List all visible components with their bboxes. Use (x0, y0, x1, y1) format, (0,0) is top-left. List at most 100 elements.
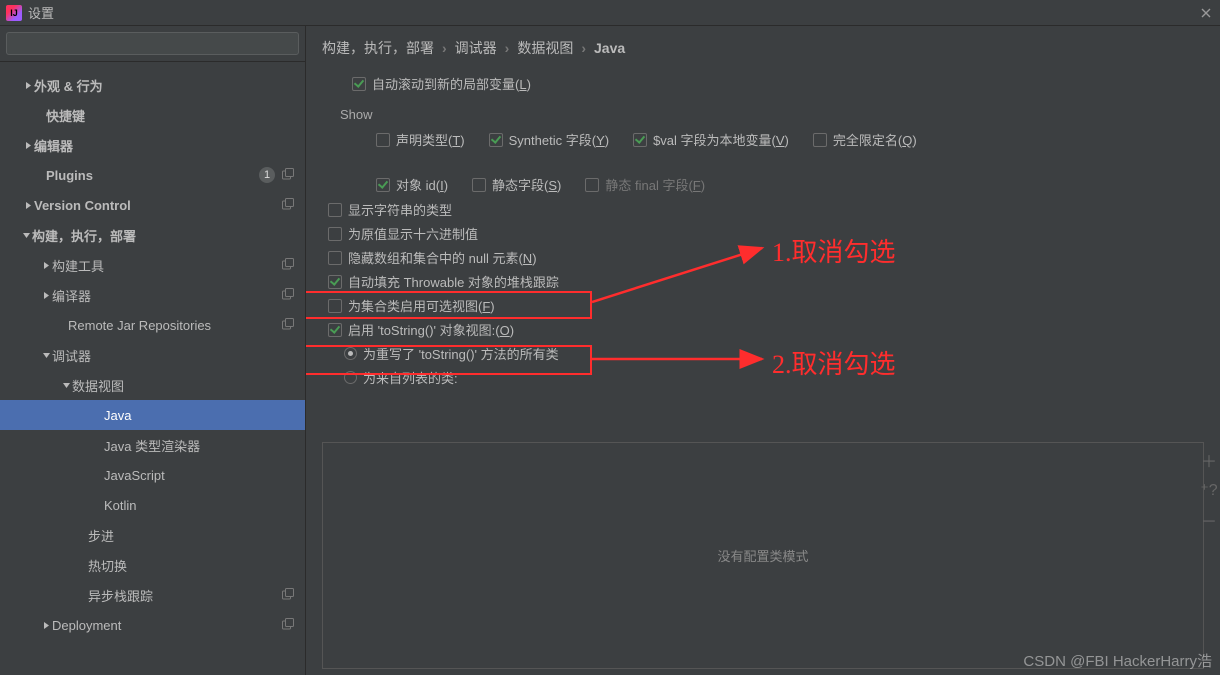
settings-tree: 外观 & 行为快捷键编辑器 Plugins 1 Version Control 构建，执… (0, 62, 305, 675)
show-checkbox-4[interactable]: 对象 id(I) (376, 175, 448, 194)
chevron-right-icon: › (442, 40, 447, 56)
tree-item-11[interactable]: Java (0, 400, 305, 430)
crumb[interactable]: 调试器 (455, 38, 497, 58)
tree-item-1[interactable]: 快捷键 (0, 100, 305, 130)
project-scope-icon (281, 618, 295, 632)
tree-item-6[interactable]: 构建工具 (0, 250, 305, 280)
project-scope-icon (281, 168, 295, 182)
sidebar: 外观 & 行为快捷键编辑器 Plugins 1 Version Control 构建，执… (0, 26, 306, 675)
tree-item-10[interactable]: 数据视图 (0, 370, 305, 400)
show-checkbox-1[interactable]: Synthetic 字段(Y) (489, 130, 609, 149)
remove-icon[interactable]: － (1201, 508, 1217, 532)
tree-item-18[interactable]: Deployment (0, 610, 305, 640)
checkbox-icon (813, 133, 827, 147)
main-panel: 构建，执行，部署 › 调试器 › 数据视图 › Java 自动滚动到新的局部变量… (306, 26, 1220, 675)
close-icon[interactable] (1198, 5, 1214, 21)
option-row-2[interactable]: 隐藏数组和集合中的 null 元素(N) (322, 248, 1204, 267)
tree-item-label: 步进 (88, 526, 114, 545)
tree-item-label: 调试器 (52, 346, 91, 365)
tree-item-label: 构建，执行，部署 (32, 226, 136, 245)
show-checkbox-6[interactable]: 静态 final 字段(F) (585, 175, 705, 194)
breadcrumb: 构建，执行，部署 › 调试器 › 数据视图 › Java (322, 38, 1204, 58)
checkbox-icon (328, 251, 342, 265)
twisty-icon (40, 351, 52, 360)
tree-item-label: Kotlin (104, 498, 137, 513)
checkbox-icon (376, 133, 390, 147)
tree-item-2[interactable]: 编辑器 (0, 130, 305, 160)
radio-all-classes[interactable]: 为重写了 'toString()' 方法的所有类 (322, 344, 1204, 363)
checkbox-icon (328, 275, 342, 289)
checkbox-icon (489, 133, 503, 147)
watermark: CSDN @FBI HackerHarry浩 (1023, 650, 1212, 671)
tree-item-label: Deployment (52, 618, 121, 633)
tree-item-0[interactable]: 外观 & 行为 (0, 70, 305, 100)
badge: 1 (259, 167, 275, 183)
option-row-5[interactable]: 启用 'toString()' 对象视图:(O) (322, 320, 1204, 339)
tree-item-13[interactable]: JavaScript (0, 460, 305, 490)
autoscroll-checkbox[interactable]: 自动滚动到新的局部变量(L) (322, 74, 1204, 93)
show-checkbox-2[interactable]: $val 字段为本地变量(V) (633, 130, 789, 149)
tree-item-label: 数据视图 (72, 376, 124, 395)
tree-item-7[interactable]: 编译器 (0, 280, 305, 310)
option-row-4[interactable]: 为集合类启用可选视图(F) (322, 296, 1204, 315)
list-toolbar: ＋ ⁺? － (1198, 442, 1220, 669)
tree-item-5[interactable]: 构建，执行，部署 (0, 220, 305, 250)
checkbox-icon (633, 133, 647, 147)
tree-item-label: Version Control (34, 198, 131, 213)
tree-item-8[interactable]: Remote Jar Repositories (0, 310, 305, 340)
tree-item-label: Java (104, 408, 131, 423)
show-checkbox-3[interactable]: 完全限定名(Q) (813, 130, 917, 149)
twisty-icon (40, 261, 52, 270)
show-checkbox-5[interactable]: 静态字段(S) (472, 175, 561, 194)
tree-item-label: JavaScript (104, 468, 165, 483)
add-icon[interactable]: ＋ (1201, 448, 1217, 472)
option-row-1[interactable]: 为原值显示十六进制值 (322, 224, 1204, 243)
tree-item-label: 快捷键 (46, 106, 85, 125)
tree-item-4[interactable]: Version Control (0, 190, 305, 220)
twisty-icon (40, 621, 52, 630)
tree-item-label: 外观 & 行为 (34, 76, 103, 95)
tree-item-label: Java 类型渲染器 (104, 436, 200, 455)
chevron-right-icon: › (581, 40, 586, 56)
tree-item-label: 构建工具 (52, 256, 104, 275)
show-options-grid: 声明类型(T) Synthetic 字段(Y) $val 字段为本地变量(V) 完全限… (322, 130, 1204, 194)
checkbox-icon (376, 178, 390, 192)
project-scope-icon (281, 258, 295, 272)
tree-item-17[interactable]: 异步栈跟踪 (0, 580, 305, 610)
annotation-text-1: 1.取消勾选 (772, 232, 896, 269)
option-row-3[interactable]: 自动填充 Throwable 对象的堆栈跟踪 (322, 272, 1204, 291)
project-scope-icon (281, 288, 295, 302)
show-section-title: Show (322, 101, 1204, 124)
radio-icon (344, 347, 357, 360)
chevron-right-icon: › (505, 40, 510, 56)
checkbox-icon (352, 77, 366, 91)
checkbox-icon (585, 178, 599, 192)
tree-item-3[interactable]: Plugins 1 (0, 160, 305, 190)
tree-item-12[interactable]: Java 类型渲染器 (0, 430, 305, 460)
tree-item-15[interactable]: 步进 (0, 520, 305, 550)
window-title: 设置 (28, 3, 54, 22)
add-regex-icon[interactable]: ⁺? (1200, 480, 1217, 500)
tree-item-label: 编辑器 (34, 136, 73, 155)
titlebar: IJ 设置 (0, 0, 1220, 26)
radio-from-list[interactable]: 为来自列表的类: (322, 368, 1204, 387)
annotation-text-2: 2.取消勾选 (772, 344, 896, 381)
checkbox-icon (328, 203, 342, 217)
tree-item-label: 编译器 (52, 286, 91, 305)
tree-item-16[interactable]: 热切换 (0, 550, 305, 580)
tree-item-14[interactable]: Kotlin (0, 490, 305, 520)
crumb[interactable]: 构建，执行，部署 (322, 38, 434, 58)
tree-item-9[interactable]: 调试器 (0, 340, 305, 370)
option-row-0[interactable]: 显示字符串的类型 (322, 200, 1204, 219)
search-input[interactable] (6, 32, 299, 55)
twisty-icon (20, 231, 32, 240)
crumb: Java (594, 40, 625, 56)
project-scope-icon (281, 198, 295, 212)
checkbox-icon (472, 178, 486, 192)
twisty-icon (22, 81, 34, 90)
tree-item-label: Plugins (46, 168, 93, 183)
show-checkbox-0[interactable]: 声明类型(T) (376, 130, 465, 149)
pattern-list-panel: 没有配置类模式 (322, 442, 1204, 669)
crumb[interactable]: 数据视图 (517, 38, 573, 58)
app-icon: IJ (6, 5, 22, 21)
